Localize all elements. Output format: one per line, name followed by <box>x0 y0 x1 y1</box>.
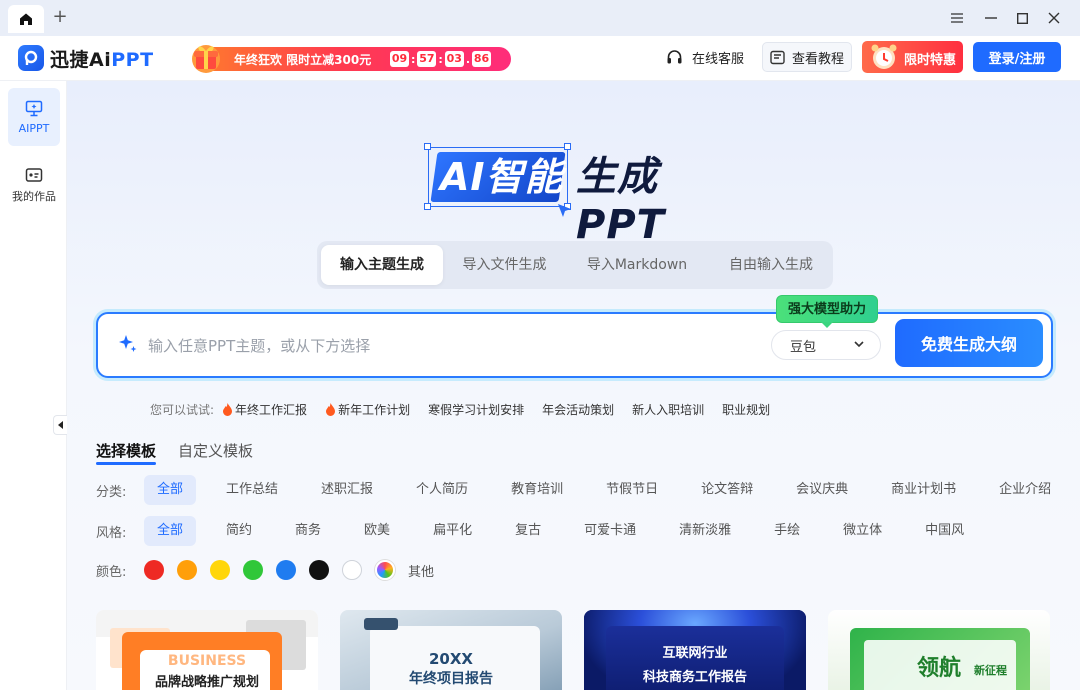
gift-icon <box>192 45 220 73</box>
category-option[interactable]: 商业计划书 <box>878 475 969 505</box>
fire-icon <box>326 403 336 416</box>
logo-text: 迅捷AiPPT <box>50 48 154 71</box>
template-card[interactable]: BUSINESS 品牌战略推广规划 <box>96 610 318 690</box>
works-icon <box>25 167 43 182</box>
color-swatch-green[interactable] <box>243 560 263 580</box>
suggestion-chip[interactable]: 年终工作汇报 <box>222 401 307 418</box>
tab-select-template[interactable]: 选择模板 <box>96 440 157 465</box>
color-filter: 颜色: 其他 <box>96 560 434 580</box>
template-card[interactable]: 20XX 年终项目报告 <box>340 610 562 690</box>
color-swatch-other[interactable] <box>375 560 395 580</box>
style-filter: 风格: 全部 简约 商务 欧美 扁平化 复古 可爱卡通 清新淡雅 手绘 微立体 … <box>96 516 994 546</box>
view-tutorial-button[interactable]: 查看教程 <box>762 42 852 72</box>
logo-icon <box>18 45 44 71</box>
category-option[interactable]: 企业介绍 <box>986 475 1064 505</box>
countdown-timer: 09: 57: 03. 86 <box>390 51 491 67</box>
category-option[interactable]: 工作总结 <box>213 475 291 505</box>
category-option[interactable]: 个人简历 <box>403 475 481 505</box>
online-support-link[interactable]: 在线客服 <box>666 48 744 67</box>
home-tab[interactable] <box>8 5 44 33</box>
app-header: 迅捷AiPPT 年终狂欢 限时立减300元 09: 57: 03. 86 在线客… <box>0 36 1080 81</box>
color-swatch-white[interactable] <box>342 560 362 580</box>
window-titlebar: + <box>0 0 1080 36</box>
sidebar-item-my-works[interactable]: 我的作品 <box>8 156 60 214</box>
style-option[interactable]: 欧美 <box>351 516 403 546</box>
style-option[interactable]: 商务 <box>282 516 334 546</box>
style-option[interactable]: 可爱卡通 <box>571 516 649 546</box>
topic-input-box[interactable]: 输入任意PPT主题，或从下方选择 豆包 免费生成大纲 <box>96 312 1053 378</box>
menu-icon[interactable] <box>944 6 970 30</box>
style-option[interactable]: 复古 <box>502 516 554 546</box>
hero-main-text: 生成PPT <box>576 154 665 248</box>
home-icon <box>20 13 32 25</box>
close-icon[interactable] <box>1041 6 1067 30</box>
suggestion-chip[interactable]: 寒假学习计划安排 <box>428 401 524 418</box>
headset-icon <box>667 50 682 64</box>
tab-custom-template[interactable]: 自定义模板 <box>178 440 253 461</box>
fire-icon <box>223 403 233 416</box>
tab-free-input[interactable]: 自由输入生成 <box>713 245 829 285</box>
category-option[interactable]: 会议庆典 <box>783 475 861 505</box>
color-swatch-black[interactable] <box>309 560 329 580</box>
category-option[interactable]: 全部 <box>144 475 197 505</box>
template-card[interactable]: 领航 新征程 <box>828 610 1050 690</box>
collapse-sidebar-button[interactable] <box>53 415 67 435</box>
suggestions: 您可以试试: 年终工作汇报 新年工作计划 寒假学习计划安排 年会活动策划 新人入… <box>150 401 771 418</box>
style-option[interactable]: 清新淡雅 <box>666 516 744 546</box>
minimize-icon[interactable] <box>978 6 1004 30</box>
main-content: AI智能 生成PPT 输入主题生成 导入文件生成 导入Markdown 自由输入… <box>67 81 1080 690</box>
app-logo[interactable]: 迅捷AiPPT <box>18 44 154 72</box>
sparkle-icon <box>119 335 137 352</box>
alarm-clock-icon <box>871 44 897 69</box>
sidebar-item-aippt[interactable]: AIPPT <box>8 88 60 146</box>
color-swatch-orange[interactable] <box>177 560 197 580</box>
template-card[interactable]: 互联网行业 科技商务工作报告 <box>584 610 806 690</box>
category-filter: 分类: 全部 工作总结 述职汇报 个人简历 教育培训 节假节日 论文答辩 会议庆… <box>96 475 1080 505</box>
left-sidebar: AIPPT 我的作品 <box>0 81 67 690</box>
suggestion-chip[interactable]: 年会活动策划 <box>542 401 614 418</box>
promo-text: 年终狂欢 限时立减300元 <box>234 53 372 67</box>
category-option[interactable]: 论文答辩 <box>688 475 766 505</box>
new-tab-button[interactable]: + <box>50 6 70 28</box>
monitor-icon <box>25 100 43 116</box>
color-swatch-red[interactable] <box>144 560 164 580</box>
promo-banner[interactable]: 年终狂欢 限时立减300元 09: 57: 03. 86 <box>186 41 511 75</box>
color-swatch-yellow[interactable] <box>210 560 230 580</box>
chevron-down-icon <box>854 341 864 348</box>
maximize-icon[interactable] <box>1009 6 1035 30</box>
tab-import-markdown[interactable]: 导入Markdown <box>567 245 707 285</box>
login-register-button[interactable]: 登录/注册 <box>973 42 1061 72</box>
limited-offer-button[interactable]: 限时特惠 <box>862 41 963 73</box>
generate-outline-button[interactable]: 免费生成大纲 <box>895 319 1043 367</box>
tab-import-file[interactable]: 导入文件生成 <box>447 245 562 285</box>
category-option[interactable]: 教育培训 <box>498 475 576 505</box>
book-icon <box>770 50 785 64</box>
color-other-label[interactable]: 其他 <box>408 561 434 580</box>
hero-title: AI智能 生成PPT <box>424 137 734 248</box>
hero-ai-text: AI智能 <box>440 155 564 199</box>
color-swatch-blue[interactable] <box>276 560 296 580</box>
style-option[interactable]: 扁平化 <box>420 516 485 546</box>
category-option[interactable]: 节假节日 <box>593 475 671 505</box>
suggestion-chip[interactable]: 新年工作计划 <box>325 401 410 418</box>
tab-topic-input[interactable]: 输入主题生成 <box>321 245 443 285</box>
generation-mode-tabs: 输入主题生成 导入文件生成 导入Markdown 自由输入生成 <box>317 241 833 289</box>
category-option[interactable]: 述职汇报 <box>308 475 386 505</box>
style-option[interactable]: 微立体 <box>830 516 895 546</box>
style-option[interactable]: 简约 <box>213 516 265 546</box>
caret-left-icon <box>57 421 63 429</box>
cursor-icon <box>558 204 571 217</box>
model-tooltip: 强大模型助力 <box>776 295 879 328</box>
style-option[interactable]: 中国风 <box>912 516 977 546</box>
suggestion-chip[interactable]: 新人入职培训 <box>632 401 704 418</box>
style-option[interactable]: 全部 <box>144 516 197 546</box>
suggestion-chip[interactable]: 职业规划 <box>722 401 770 418</box>
style-option[interactable]: 手绘 <box>761 516 813 546</box>
topic-input[interactable]: 输入任意PPT主题，或从下方选择 <box>148 335 370 356</box>
model-select[interactable]: 豆包 <box>771 330 881 360</box>
template-cards: BUSINESS 品牌战略推广规划 20XX 年终项目报告 互联网行业 科技商务… <box>96 610 1056 690</box>
template-tabs: 选择模板 自定义模板 <box>96 440 275 465</box>
